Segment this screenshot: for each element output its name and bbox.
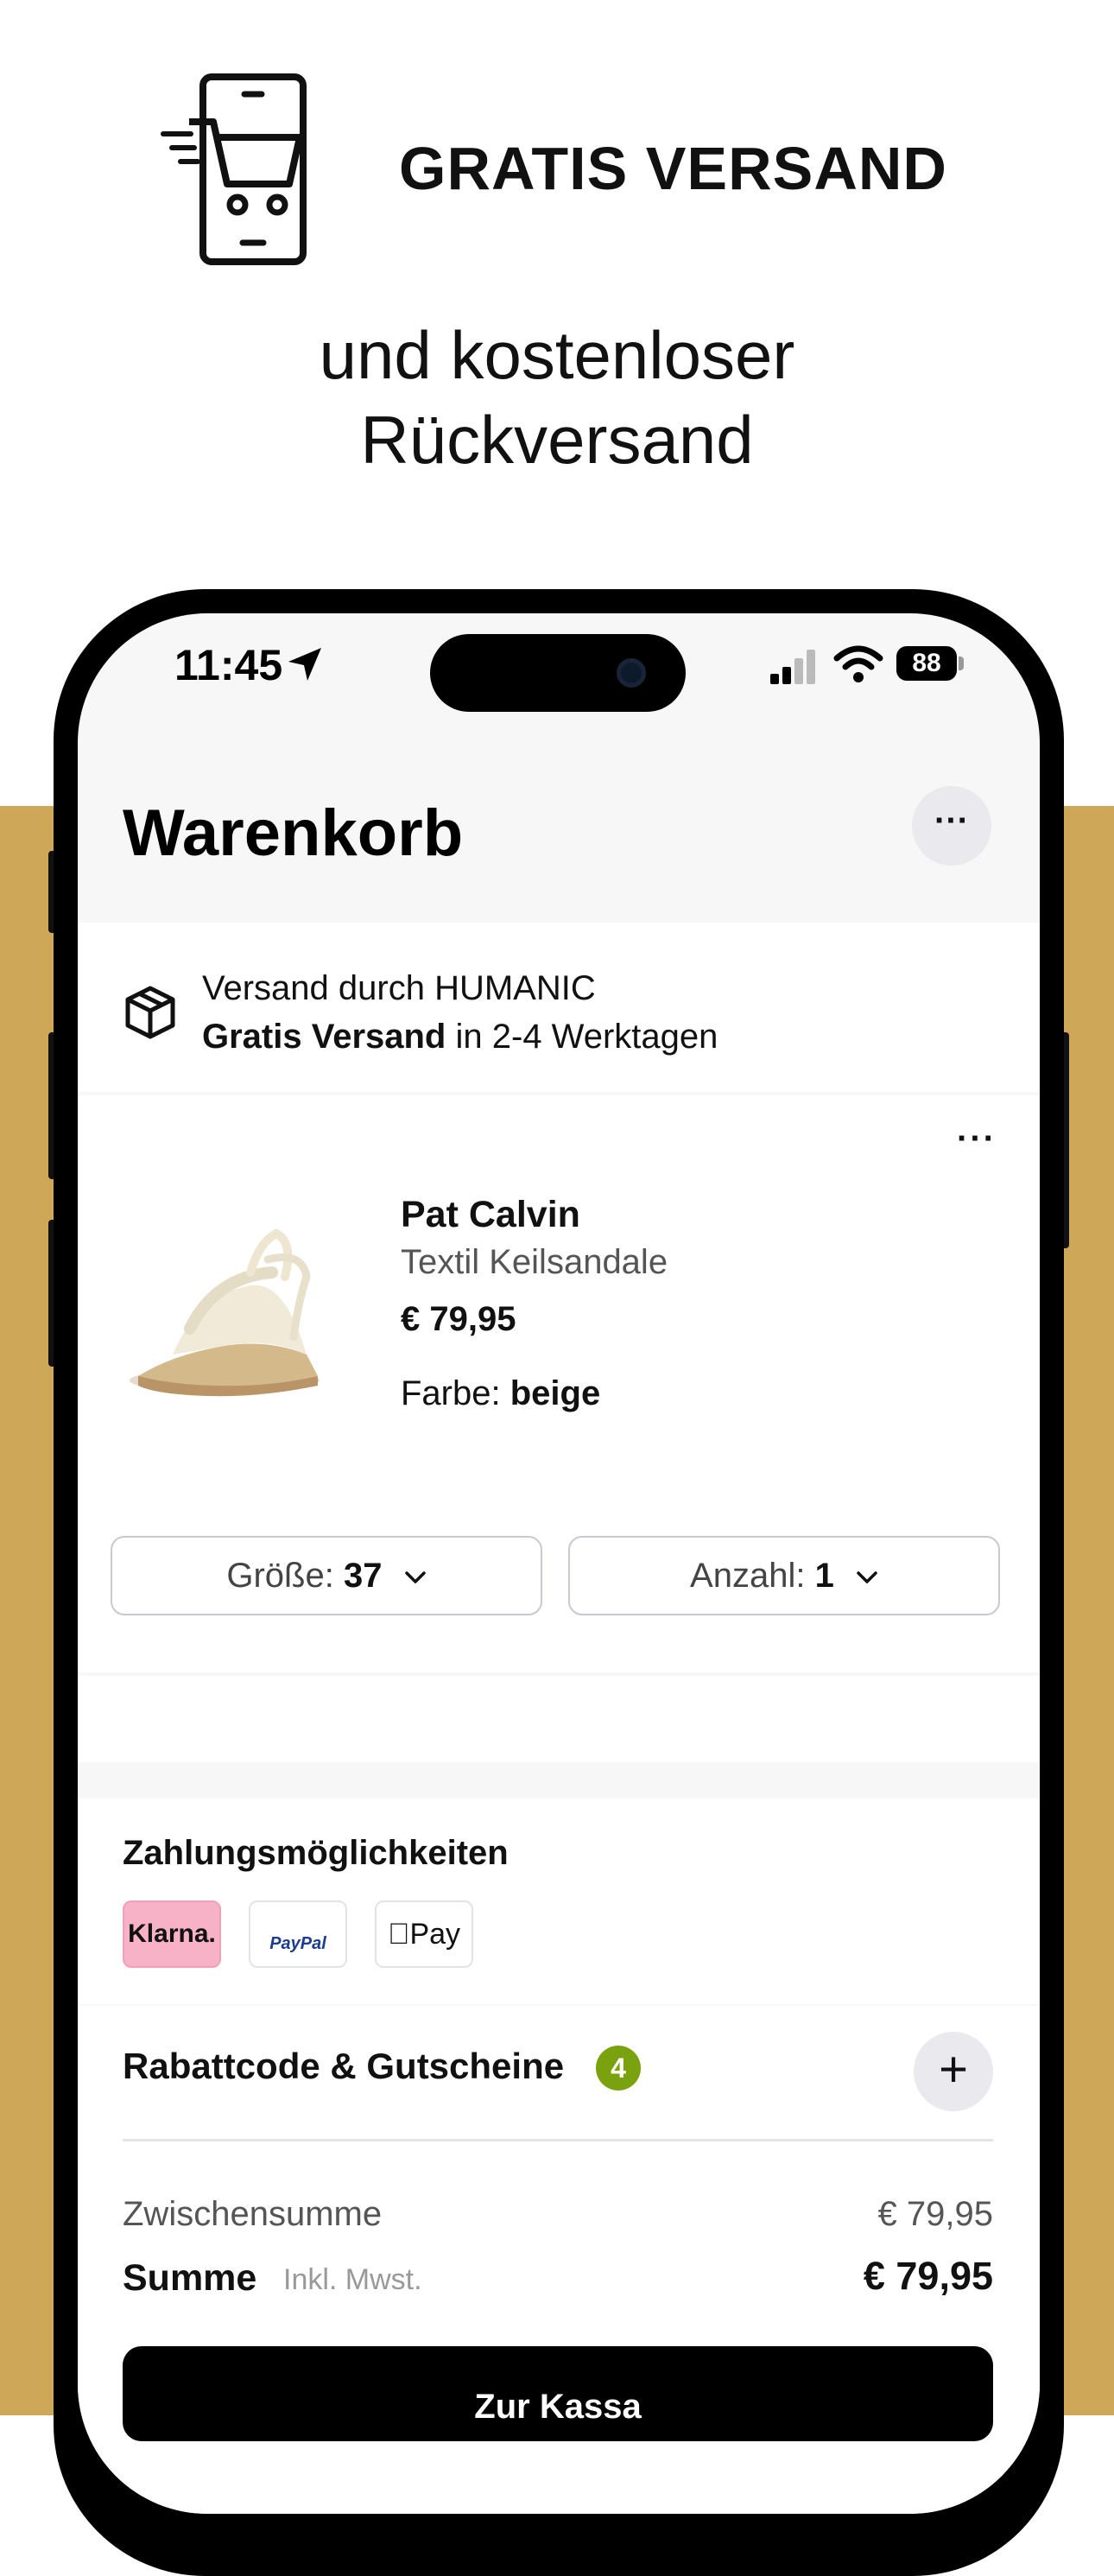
payment-options: Zahlungsmöglichkeiten Klarna. PayPal Pa… xyxy=(78,1799,1040,2004)
klarna-logo: Klarna. xyxy=(123,1900,221,1968)
discount-title[interactable]: Rabattcode & Gutscheine xyxy=(123,2040,564,2092)
promo-subtitle-line1: und kostenloser xyxy=(319,317,795,393)
paypal-logo: PayPal xyxy=(249,1900,347,1968)
promo-subtitle: und kostenloser Rückversand xyxy=(0,313,1114,482)
discount-count-badge: 4 xyxy=(596,2046,641,2091)
free-shipping-label: Gratis Versand xyxy=(202,1018,446,1056)
wifi-icon xyxy=(833,645,883,682)
cellular-signal-icon xyxy=(770,650,815,684)
quantity-value: 1 xyxy=(814,1557,834,1595)
paypal-label: PayPal xyxy=(269,1934,326,1953)
quantity-select[interactable]: Anzahl: 1 xyxy=(568,1536,1000,1615)
apple-icon:  xyxy=(388,1918,410,1951)
sum-label: Summe xyxy=(123,2257,257,2299)
delivery-time: in 2-4 Werktagen xyxy=(455,1018,718,1056)
chevron-down-icon xyxy=(404,1571,426,1584)
battery-indicator: 88 xyxy=(896,646,957,681)
checkout-button[interactable]: Zur Kassa xyxy=(123,2346,993,2441)
product-color: Farbe: beige xyxy=(401,1370,600,1417)
empty-spacer xyxy=(78,1676,1040,1762)
size-select[interactable]: Größe: 37 xyxy=(111,1536,542,1615)
add-discount-button[interactable]: + xyxy=(914,2032,993,2111)
chevron-down-icon xyxy=(857,1571,877,1584)
plus-icon: + xyxy=(939,2041,968,2097)
cart-item: ··· Pat Calvin Textil Keilsandale € 79,9… xyxy=(78,1095,1040,1672)
product-description: Textil Keilsandale xyxy=(401,1243,668,1281)
shipping-info: Versand durch HUMANIC Gratis Versand in … xyxy=(78,923,1040,1092)
dynamic-island xyxy=(430,634,686,712)
product-brand[interactable]: Pat Calvin xyxy=(401,1190,580,1239)
apple-pay-label: Pay xyxy=(398,1918,460,1951)
payment-title: Zahlungsmöglichkeiten xyxy=(123,1834,509,1872)
apple-pay-logo: Pay xyxy=(375,1900,473,1968)
item-more-button[interactable]: ··· xyxy=(957,1120,997,1158)
product-image[interactable] xyxy=(121,1225,337,1415)
summary-divider xyxy=(123,2139,993,2141)
promo-subtitle-line2: Rückversand xyxy=(360,402,754,478)
front-camera xyxy=(617,658,646,688)
cart-summary: Rabattcode & Gutscheine 4 + Zwischensumm… xyxy=(78,2006,1040,2514)
page-title: Warenkorb xyxy=(123,796,464,870)
phone-screen: 11:45 88 Warenkorb ··· Versand durch HUM… xyxy=(78,613,1040,2514)
more-dots-icon: ··· xyxy=(934,802,969,840)
package-icon xyxy=(125,986,175,1039)
quantity-label: Anzahl: xyxy=(690,1557,806,1595)
tax-note: Inkl. Mwst. xyxy=(283,2263,422,2296)
location-arrow-icon xyxy=(288,648,321,681)
sum-value: € 79,95 xyxy=(863,2254,993,2298)
subtotal-label: Zwischensumme xyxy=(123,2195,383,2233)
color-label: Farbe: xyxy=(401,1374,501,1412)
size-label: Größe: xyxy=(226,1557,334,1595)
battery-tip xyxy=(959,657,964,670)
product-price: € 79,95 xyxy=(401,1300,516,1338)
more-options-button[interactable]: ··· xyxy=(912,786,991,866)
size-value: 37 xyxy=(343,1557,383,1595)
color-value: beige xyxy=(510,1374,601,1412)
mobile-cart-icon xyxy=(161,73,307,265)
subtotal-value: € 79,95 xyxy=(877,2195,993,2233)
shipping-delivery: Gratis Versand in 2-4 Werktagen xyxy=(202,1014,718,1059)
status-time: 11:45 xyxy=(174,641,283,689)
shipping-provider: Versand durch HUMANIC xyxy=(202,969,596,1007)
promo-title: GRATIS VERSAND xyxy=(399,135,947,202)
